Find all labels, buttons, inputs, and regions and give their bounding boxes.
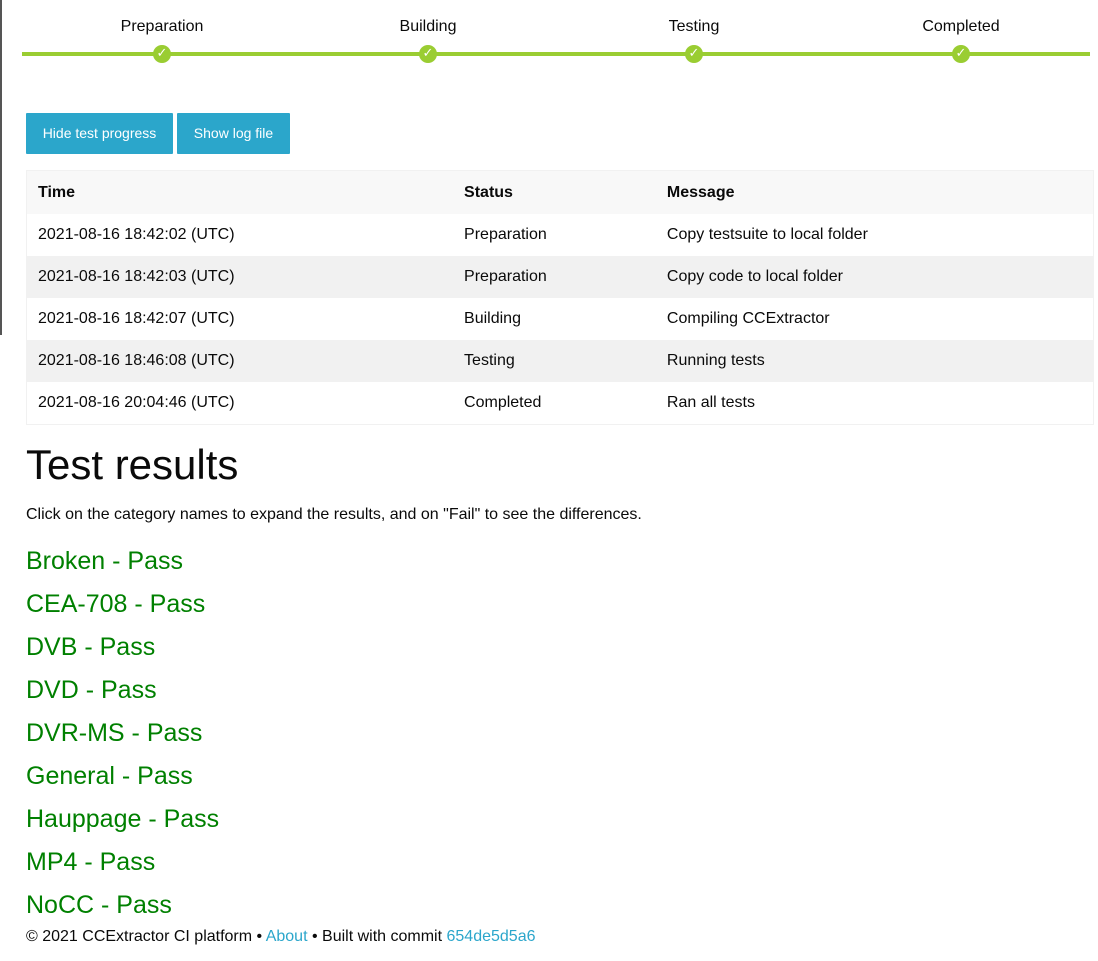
table-row: 2021-08-16 18:46:08 (UTC) Testing Runnin… [26, 340, 1094, 382]
cell-message: Copy code to local folder [655, 256, 1094, 298]
test-results-heading: Test results [26, 441, 239, 488]
cell-time: 2021-08-16 18:46:08 (UTC) [26, 340, 454, 382]
category-mp4-link[interactable]: MP4 - Pass [26, 846, 219, 889]
page-footer: © 2021 CCExtractor CI platform • About •… [26, 928, 535, 946]
table-row: 2021-08-16 18:42:07 (UTC) Building Compi… [26, 298, 1094, 340]
table-header-row: Time Status Message [26, 170, 1094, 214]
progress-step-completed: Completed ✓ [901, 0, 1021, 70]
test-categories-list: Broken - Pass CEA-708 - Pass DVB - Pass … [26, 545, 219, 932]
category-nocc-link[interactable]: NoCC - Pass [26, 889, 219, 932]
step-label: Testing [668, 18, 720, 35]
test-progress-table: Time Status Message 2021-08-16 18:42:02 … [26, 170, 1094, 425]
column-header-time: Time [26, 170, 454, 214]
show-log-file-button[interactable]: Show log file [177, 113, 290, 154]
cell-status: Testing [453, 340, 656, 382]
column-header-message: Message [655, 170, 1094, 214]
step-label: Building [399, 18, 457, 35]
footer-built-with: • Built with commit [311, 928, 443, 945]
footer-copyright: © 2021 CCExtractor CI platform • [26, 928, 263, 945]
step-label: Completed [922, 18, 1000, 35]
cell-message: Compiling CCExtractor [655, 298, 1094, 340]
cell-time: 2021-08-16 18:42:07 (UTC) [26, 298, 454, 340]
category-hauppage-link[interactable]: Hauppage - Pass [26, 803, 219, 846]
progress-step-preparation: Preparation ✓ [102, 0, 222, 70]
cell-message: Copy testsuite to local folder [655, 214, 1094, 256]
commit-link[interactable]: 654de5d5a6 [447, 928, 536, 945]
category-dvr-ms-link[interactable]: DVR-MS - Pass [26, 717, 219, 760]
cell-status: Preparation [453, 256, 656, 298]
about-link[interactable]: About [266, 928, 308, 945]
category-general-link[interactable]: General - Pass [26, 760, 219, 803]
category-dvd-link[interactable]: DVD - Pass [26, 674, 219, 717]
check-icon: ✓ [952, 45, 970, 63]
test-progress-tracker: Preparation ✓ Building ✓ Testing ✓ Compl… [22, 0, 1090, 70]
cell-message: Running tests [655, 340, 1094, 382]
test-results-intro: Click on the category names to expand th… [26, 506, 642, 523]
cell-status: Completed [453, 382, 656, 425]
progress-step-building: Building ✓ [368, 0, 488, 70]
cell-time: 2021-08-16 18:42:02 (UTC) [26, 214, 454, 256]
cell-time: 2021-08-16 20:04:46 (UTC) [26, 382, 454, 425]
check-icon: ✓ [153, 45, 171, 63]
column-header-status: Status [453, 170, 656, 214]
window-left-edge [0, 0, 2, 335]
check-icon: ✓ [419, 45, 437, 63]
cell-message: Ran all tests [655, 382, 1094, 425]
progress-step-testing: Testing ✓ [634, 0, 754, 70]
cell-time: 2021-08-16 18:42:03 (UTC) [26, 256, 454, 298]
cell-status: Building [453, 298, 656, 340]
hide-test-progress-button[interactable]: Hide test progress [26, 113, 173, 154]
check-icon: ✓ [685, 45, 703, 63]
category-broken-link[interactable]: Broken - Pass [26, 545, 219, 588]
cell-status: Preparation [453, 214, 656, 256]
category-cea-708-link[interactable]: CEA-708 - Pass [26, 588, 219, 631]
step-label: Preparation [120, 18, 204, 35]
table-row: 2021-08-16 18:42:02 (UTC) Preparation Co… [26, 214, 1094, 256]
table-row: 2021-08-16 18:42:03 (UTC) Preparation Co… [26, 256, 1094, 298]
category-dvb-link[interactable]: DVB - Pass [26, 631, 219, 674]
table-row: 2021-08-16 20:04:46 (UTC) Completed Ran … [26, 382, 1094, 425]
